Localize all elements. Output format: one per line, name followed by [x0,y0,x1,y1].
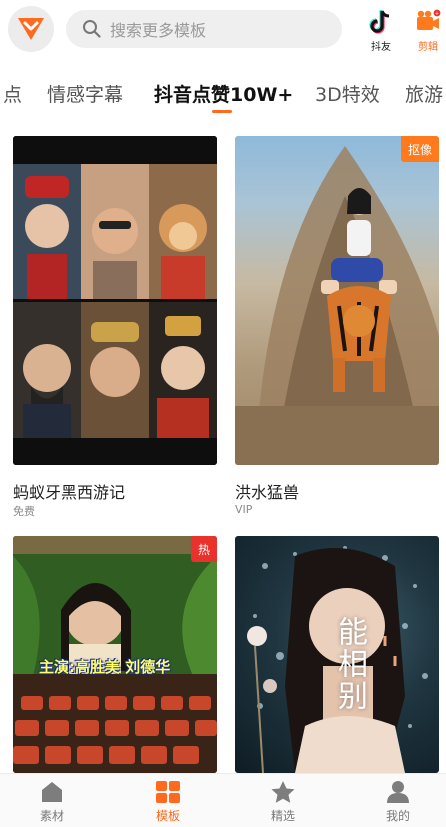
template-card[interactable]: 蚂蚁牙黑西游记 免费 [13,136,217,518]
heart-diamond-logo-icon [18,18,44,40]
nav-label: 模板 [155,809,180,823]
template-grid-icon [156,781,180,803]
svg-text:+: + [435,11,439,17]
tab-3d-effects[interactable]: 3D特效 [315,80,380,107]
search-placeholder: 搜索更多模板 [110,21,207,40]
top-bar: 搜索更多模板 抖友 + 剪辑 [0,0,446,64]
video-camera-icon: + [417,9,441,30]
hot-badge: 热 [190,536,217,562]
poster-title-text: 能相别 [332,616,367,712]
template-thumbnail[interactable]: 主演:高胜美 刘德华 热 [13,536,217,773]
template-thumbnail[interactable] [13,136,217,465]
search-bar[interactable]: 搜索更多模板 [66,10,342,48]
bottom-nav: 素材 模板 精选 我的 [0,773,446,827]
flood-tiger-image [235,146,439,465]
template-thumbnail[interactable]: 抠像 [235,136,439,465]
template-card[interactable]: 抠像 洪水猛兽 VIP [235,136,439,516]
template-title: 蚂蚁牙黑西游记 [13,483,126,502]
cutout-badge: 抠像 [400,136,439,162]
tab-partial-left[interactable]: 点 [3,80,22,107]
tiktok-icon [369,10,390,34]
nav-label: 精选 [270,809,295,823]
app-logo[interactable] [8,6,54,52]
search-icon [83,20,101,38]
active-tab-indicator [212,110,232,113]
nav-templates[interactable]: 模板 [138,780,198,824]
nav-label: 我的 [385,809,410,823]
karaoke-caption: 主演:高胜美 刘德华 [39,658,171,676]
edit-label: 剪辑 [418,42,438,53]
category-tabs: 点 情感字幕 抖音点赞10W+ 3D特效 旅游 [0,74,446,114]
template-price-label: 免费 [13,505,35,518]
nav-profile[interactable]: 我的 [368,780,428,824]
template-card[interactable]: 主演:高胜美 刘德华 热 [13,536,217,773]
tab-douyin-likes[interactable]: 抖音点赞10W+ [154,80,293,107]
star-icon [271,781,295,803]
tab-travel[interactable]: 旅游 [405,80,443,107]
user-icon [387,781,409,803]
template-thumbnail[interactable]: 能相别 [235,536,439,773]
tab-emotion-subtitles[interactable]: 情感字幕 [47,80,123,107]
template-card[interactable]: 能相别 [235,536,439,773]
template-title: 洪水猛兽 [235,483,300,502]
tiktok-label: 抖友 [371,42,391,53]
karaoke-movie-image [13,536,217,773]
home-icon [42,782,62,802]
nav-featured[interactable]: 精选 [253,780,313,824]
face-grid-image [13,136,217,465]
nav-materials[interactable]: 素材 [22,780,82,824]
tiktok-button[interactable]: 抖友 [361,8,401,54]
edit-button[interactable]: + 剪辑 [408,8,446,54]
nav-label: 素材 [39,809,64,823]
template-price-label: VIP [235,503,253,516]
